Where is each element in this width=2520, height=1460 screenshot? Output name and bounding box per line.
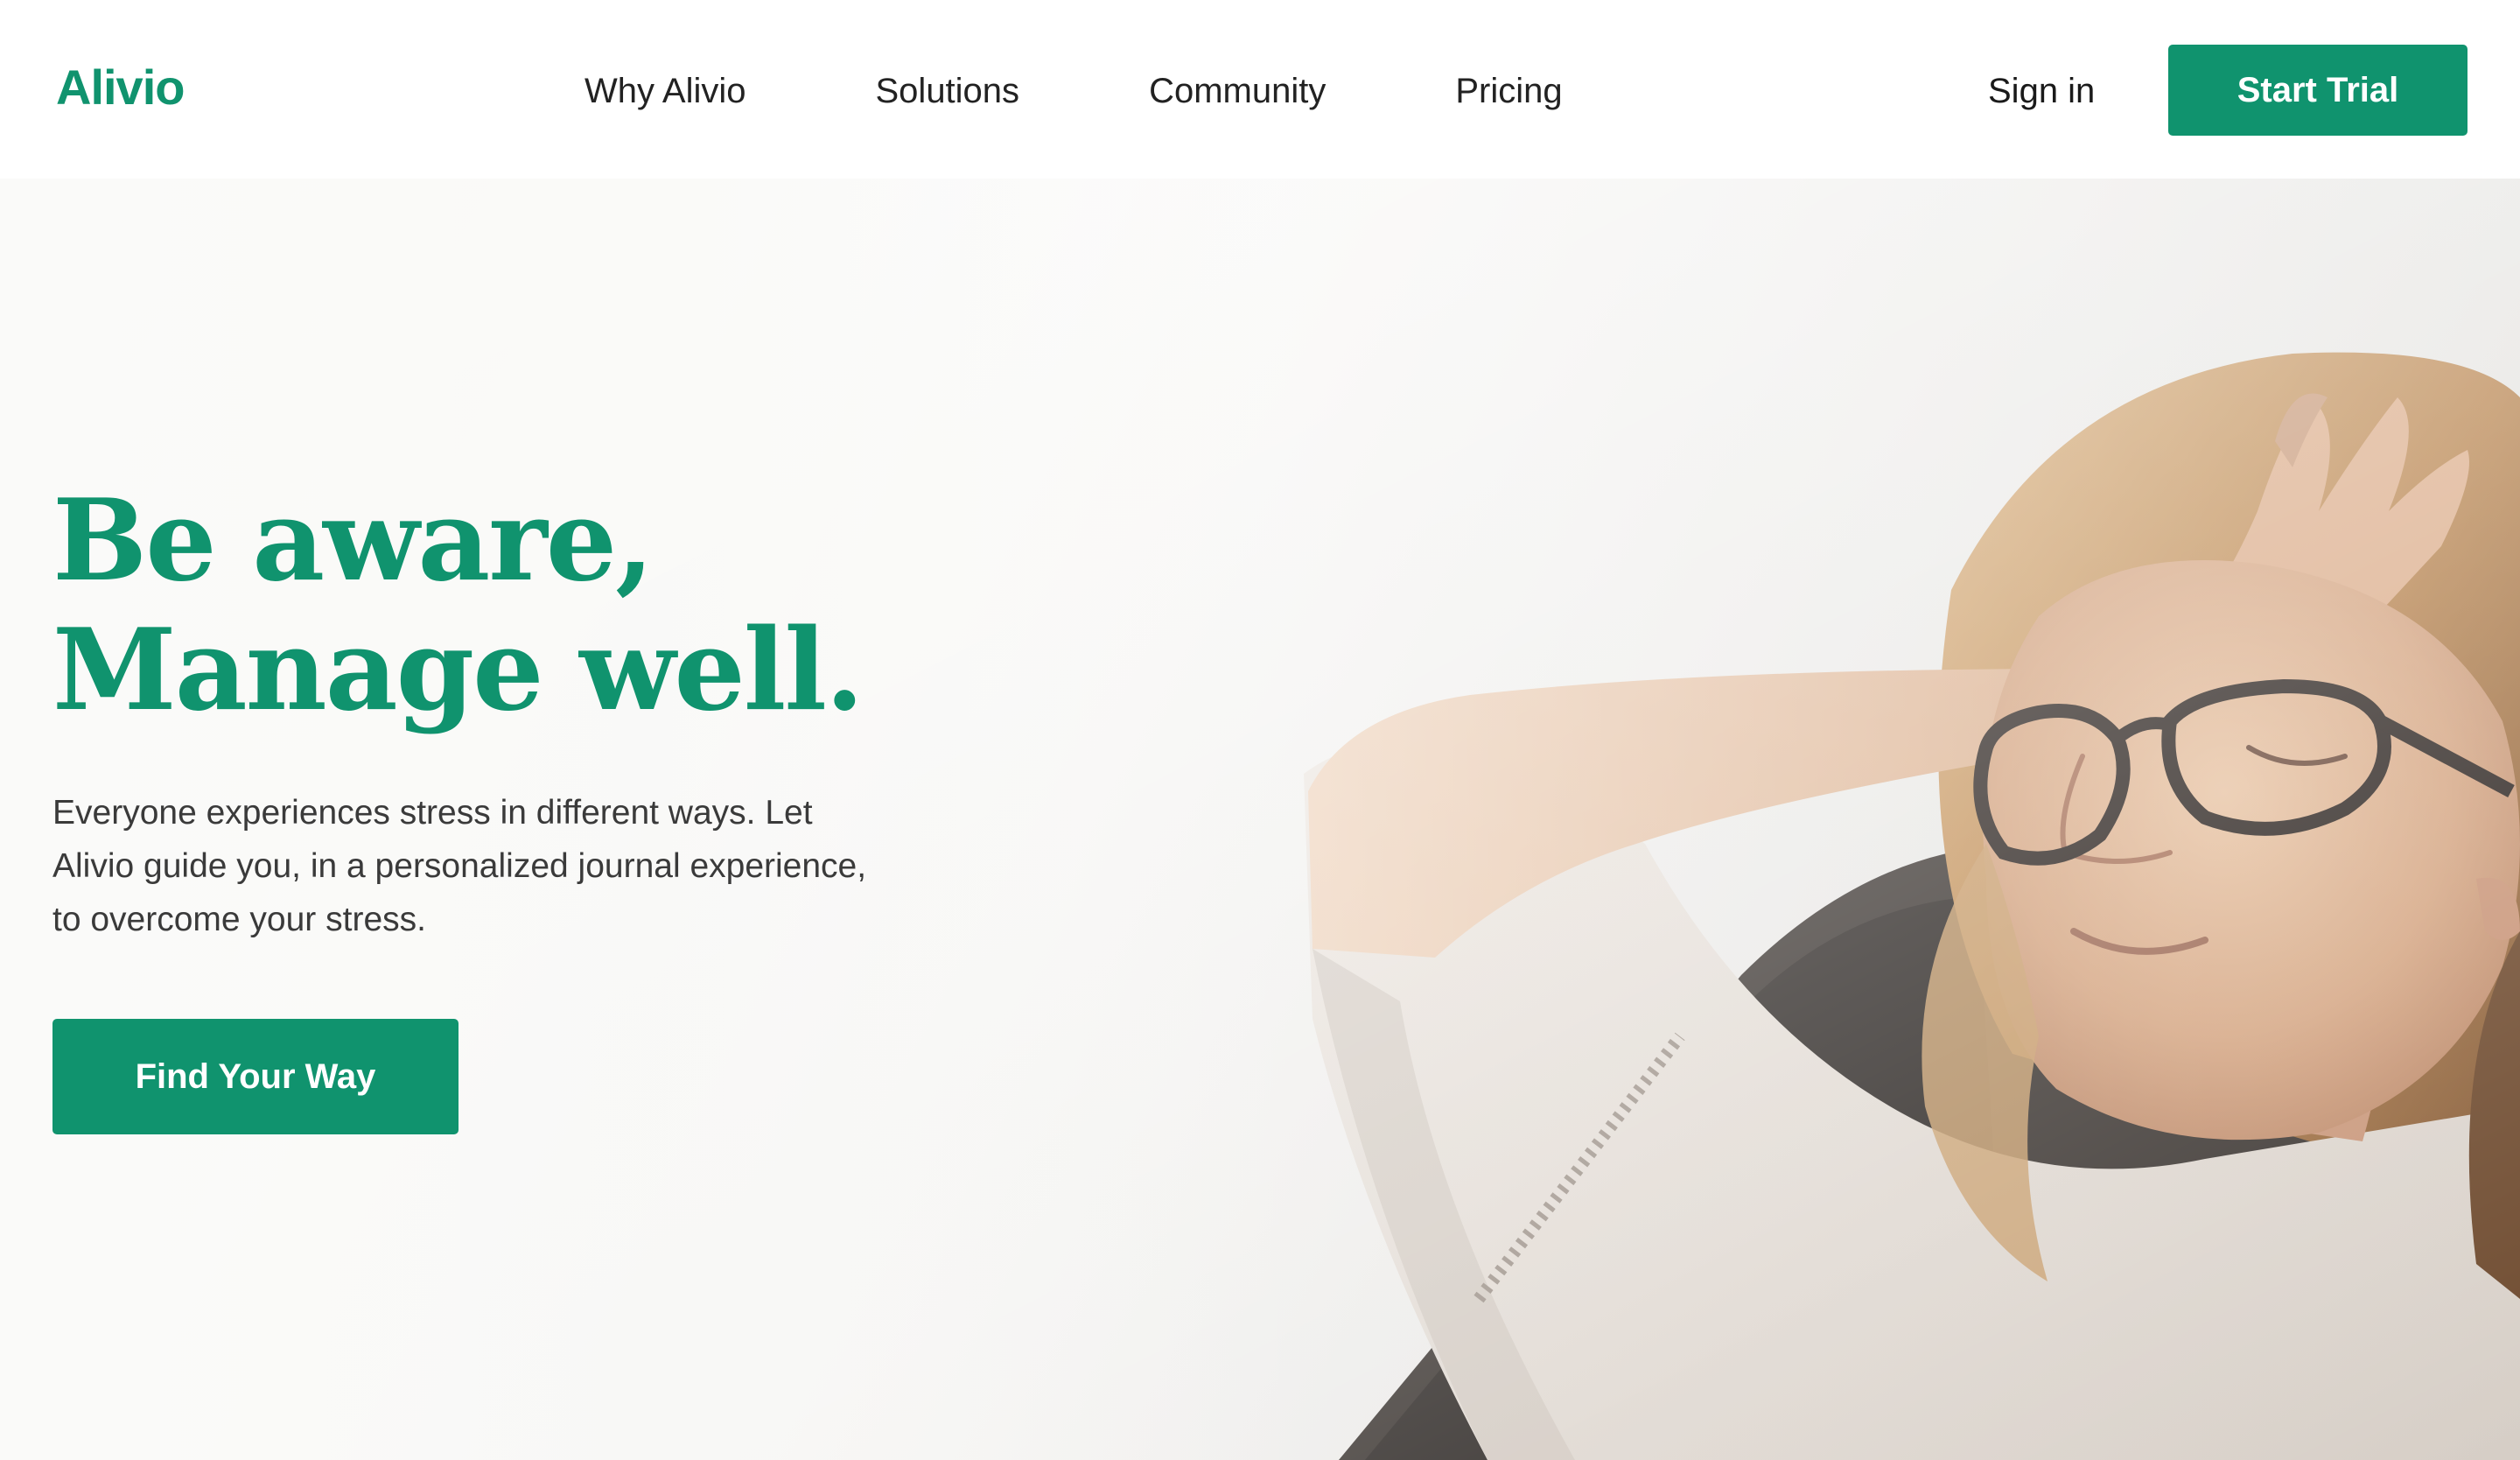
- headline-line-1: Be aware,: [52, 475, 654, 607]
- hero-description: Everyone experiences stress in different…: [52, 794, 867, 938]
- sign-in-link[interactable]: Sign in: [1988, 60, 2095, 123]
- nav-community[interactable]: Community: [1149, 60, 1326, 123]
- headline-line-2: Manage well.: [52, 605, 864, 736]
- start-trial-button[interactable]: Start Trial: [2168, 45, 2468, 136]
- hero-headline: Be aware, Manage well.: [52, 476, 1102, 735]
- logo[interactable]: Alivio: [56, 56, 185, 119]
- nav-solutions[interactable]: Solutions: [876, 60, 1020, 123]
- nav-pricing[interactable]: Pricing: [1455, 60, 1562, 123]
- find-your-way-button[interactable]: Find Your Way: [52, 1019, 458, 1134]
- nav-why-alivio[interactable]: Why Alivio: [584, 60, 746, 123]
- main-nav: Why Alivio Solutions Community Pricing: [584, 60, 1563, 123]
- hero-section: Be aware, Manage well. Everyone experien…: [0, 179, 2520, 1460]
- site-header: Alivio Why Alivio Solutions Community Pr…: [0, 0, 2520, 179]
